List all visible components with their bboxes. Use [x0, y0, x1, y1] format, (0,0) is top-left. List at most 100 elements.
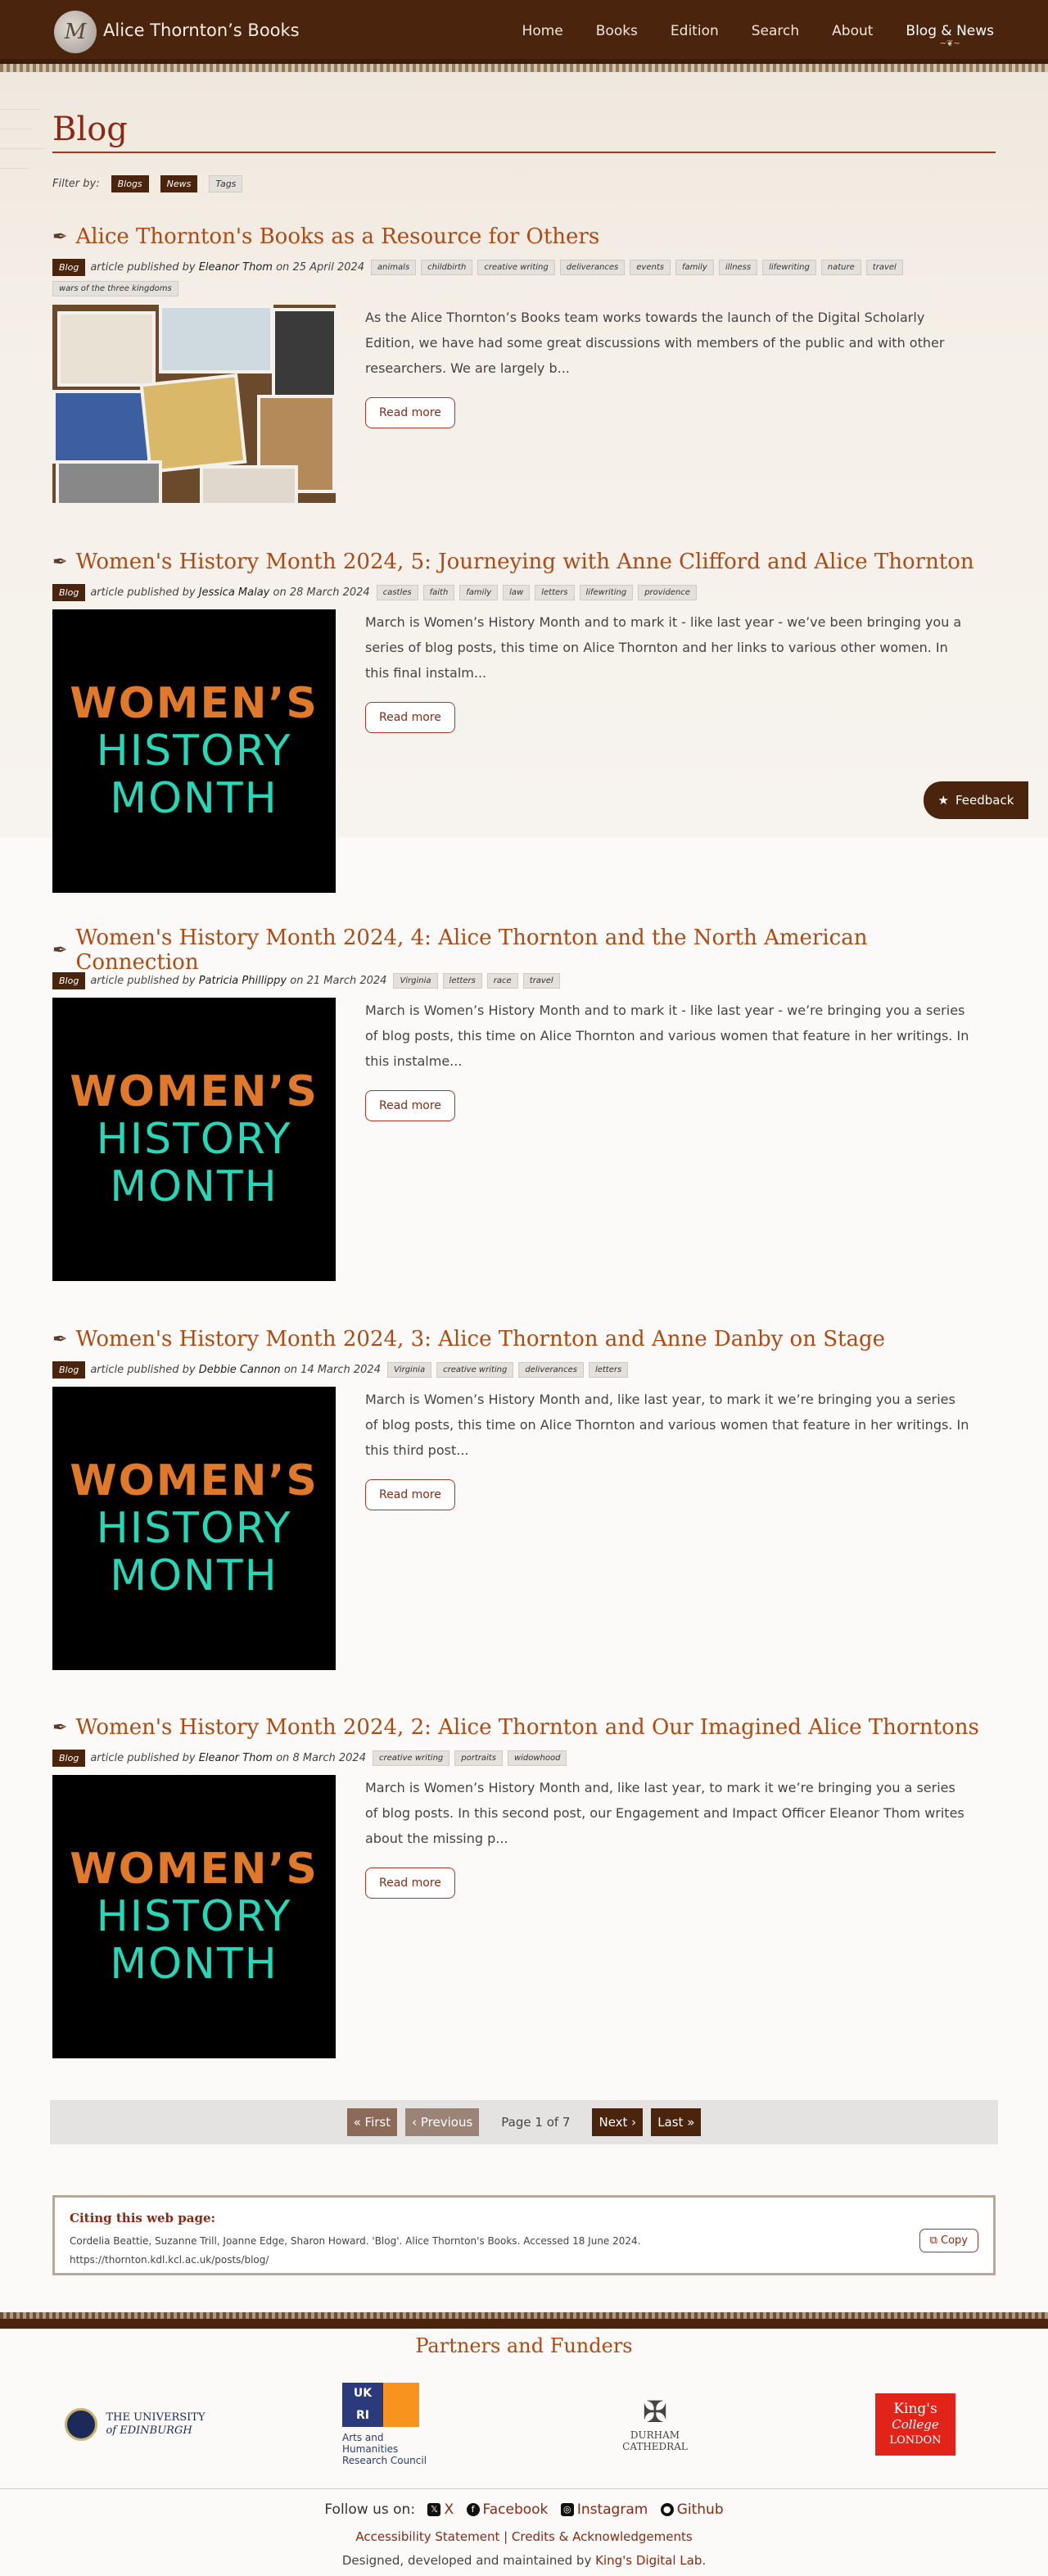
- post-tag[interactable]: family: [459, 585, 499, 600]
- x-link[interactable]: 𝕏X: [427, 2501, 454, 2518]
- post-meta: Blog article published by Patricia Phill…: [52, 972, 996, 989]
- post-tag[interactable]: letters: [588, 1362, 629, 1378]
- filter-blogs[interactable]: Blogs: [111, 175, 149, 192]
- post-thumbnail[interactable]: WOMEN’S HISTORY MONTH: [52, 998, 336, 1281]
- star-icon: ★: [937, 793, 949, 808]
- post-thumbnail-collage[interactable]: [52, 305, 336, 503]
- post-tag[interactable]: childbirth: [421, 260, 473, 275]
- github-icon: ●: [660, 2503, 674, 2516]
- nav-edition[interactable]: Edition: [671, 23, 719, 39]
- post-tag[interactable]: widowhood: [507, 1750, 567, 1766]
- nav-books[interactable]: Books: [596, 23, 638, 39]
- post-tag[interactable]: faith: [422, 585, 455, 600]
- post-tag[interactable]: animals: [371, 260, 417, 275]
- quill-icon: ✒: [52, 1717, 68, 1738]
- footer-divider: [0, 2488, 1048, 2489]
- next-page-button[interactable]: Next ›: [592, 2108, 644, 2136]
- post-tag[interactable]: Virginia: [393, 973, 438, 989]
- post-tag[interactable]: lifewriting: [579, 585, 634, 600]
- filter-news[interactable]: News: [160, 175, 198, 192]
- instagram-link[interactable]: ◎ Instagram: [560, 2501, 648, 2518]
- durham-cathedral-logo[interactable]: ✠ DURHAM CATHEDRAL: [606, 2375, 704, 2474]
- post-type-badge[interactable]: Blog: [52, 972, 86, 989]
- post-tag[interactable]: illness: [718, 260, 758, 275]
- feedback-button[interactable]: ★ Feedback: [924, 781, 1028, 819]
- header-border-pattern: [0, 64, 1048, 72]
- post-title[interactable]: Women's History Month 2024, 5: Journeyin…: [75, 550, 973, 574]
- kdl-link[interactable]: King's Digital Lab: [595, 2553, 702, 2568]
- post-title[interactable]: Alice Thornton's Books as a Resource for…: [75, 224, 599, 249]
- kings-college-logo[interactable]: King's College LONDON: [874, 2375, 956, 2474]
- filter-tags[interactable]: Tags: [209, 175, 243, 192]
- page-status: Page 1 of 7: [501, 2115, 571, 2130]
- post-tag[interactable]: creative writing: [372, 1750, 450, 1766]
- post-type-badge[interactable]: Blog: [52, 584, 86, 601]
- read-more-button[interactable]: Read more: [365, 1090, 455, 1121]
- edinburgh-logo[interactable]: THE UNIVERSITY of EDINBURGH: [49, 2375, 221, 2474]
- post-tag[interactable]: travel: [865, 260, 903, 275]
- post-tag[interactable]: creative writing: [436, 1362, 514, 1378]
- read-more-button[interactable]: Read more: [365, 1867, 455, 1899]
- post-tag[interactable]: nature: [820, 260, 861, 275]
- post-tag[interactable]: creative writing: [477, 260, 555, 275]
- post-tag[interactable]: letters: [535, 585, 575, 600]
- facebook-link[interactable]: f Facebook: [466, 2501, 548, 2518]
- previous-page-button[interactable]: ‹ Previous: [405, 2108, 480, 2136]
- site-logo-icon[interactable]: M: [54, 11, 97, 53]
- filter-bar: Filter by: Blogs News Tags: [52, 175, 247, 192]
- post-title[interactable]: Women's History Month 2024, 4: Alice Tho…: [75, 926, 996, 975]
- nav-search[interactable]: Search: [752, 23, 799, 39]
- filter-label: Filter by:: [52, 178, 100, 190]
- citation-box: Citing this web page: Cordelia Beattie, …: [52, 2195, 996, 2275]
- post-thumbnail[interactable]: WOMEN’S HISTORY MONTH: [52, 1775, 336, 2058]
- nav-blog-news[interactable]: Blog & News: [906, 23, 994, 39]
- post-title[interactable]: Women's History Month 2024, 3: Alice Tho…: [75, 1327, 885, 1351]
- nav-about[interactable]: About: [832, 23, 873, 39]
- post-tag[interactable]: wars of the three kingdoms: [52, 281, 178, 297]
- post-title[interactable]: Women's History Month 2024, 2: Alice Tho…: [75, 1715, 978, 1740]
- post-meta: Blog article published by Eleanor Thom o…: [52, 259, 996, 297]
- site-title[interactable]: Alice Thornton’s Books: [103, 20, 300, 40]
- post-tag[interactable]: travel: [522, 973, 560, 989]
- last-page-button[interactable]: Last »: [651, 2108, 702, 2136]
- github-link[interactable]: ● Github: [660, 2501, 724, 2518]
- post-type-badge[interactable]: Blog: [52, 1750, 86, 1767]
- post-tag[interactable]: family: [675, 260, 714, 275]
- post-item: ✒ Women's History Month 2024, 3: Alice Th…: [52, 1325, 996, 1670]
- x-icon: 𝕏: [427, 2503, 441, 2516]
- post-thumbnail[interactable]: WOMEN’S HISTORY MONTH: [52, 1387, 336, 1670]
- post-tag[interactable]: Virginia: [386, 1362, 432, 1378]
- partners-title: Partners and Funders: [415, 2334, 633, 2357]
- post-thumbnail[interactable]: WOMEN’S HISTORY MONTH: [52, 609, 336, 893]
- post-type-badge[interactable]: Blog: [52, 259, 86, 276]
- pagination: « First ‹ Previous Page 1 of 7 Next › La…: [50, 2100, 998, 2144]
- post-tag[interactable]: race: [486, 973, 518, 989]
- read-more-button[interactable]: Read more: [365, 702, 455, 733]
- post-meta: Blog article published by Eleanor Thom o…: [52, 1750, 996, 1767]
- post-tag[interactable]: portraits: [454, 1750, 503, 1766]
- post-tag[interactable]: lifewriting: [762, 260, 816, 275]
- post-tag[interactable]: providence: [638, 585, 697, 600]
- post-excerpt: March is Women’s History Month and to ma…: [365, 1003, 969, 1069]
- post-tag[interactable]: events: [630, 260, 671, 275]
- post-tag[interactable]: castles: [376, 585, 418, 600]
- nav-home[interactable]: Home: [522, 23, 563, 39]
- post-tag[interactable]: law: [503, 585, 531, 600]
- copy-citation-button[interactable]: ⧉ Copy: [919, 2229, 978, 2252]
- post-item: ✒ Alice Thornton's Books as a Resource fo…: [52, 223, 996, 503]
- ahrc-ukri-logo[interactable]: UK RI Arts and Humanities Research Counci…: [342, 2375, 449, 2474]
- page-title: Blog: [52, 111, 996, 153]
- post-tag[interactable]: deliverances: [559, 260, 626, 275]
- post-excerpt: As the Alice Thornton’s Books team works…: [365, 310, 945, 376]
- post-item: ✒ Women's History Month 2024, 2: Alice Th…: [52, 1714, 996, 2058]
- first-page-button[interactable]: « First: [346, 2108, 398, 2136]
- post-type-badge[interactable]: Blog: [52, 1361, 86, 1379]
- read-more-button[interactable]: Read more: [365, 1479, 455, 1510]
- post-tag[interactable]: deliverances: [518, 1362, 584, 1378]
- post-excerpt: March is Women’s History Month and to ma…: [365, 614, 962, 681]
- footer-links[interactable]: Accessibility Statement | Credits & Ackn…: [0, 2529, 1048, 2544]
- quill-icon: ✒: [52, 226, 68, 247]
- post-tag[interactable]: letters: [442, 973, 482, 989]
- post-byline: article published by Eleanor Thom on 8 M…: [90, 1752, 366, 1764]
- read-more-button[interactable]: Read more: [365, 397, 455, 428]
